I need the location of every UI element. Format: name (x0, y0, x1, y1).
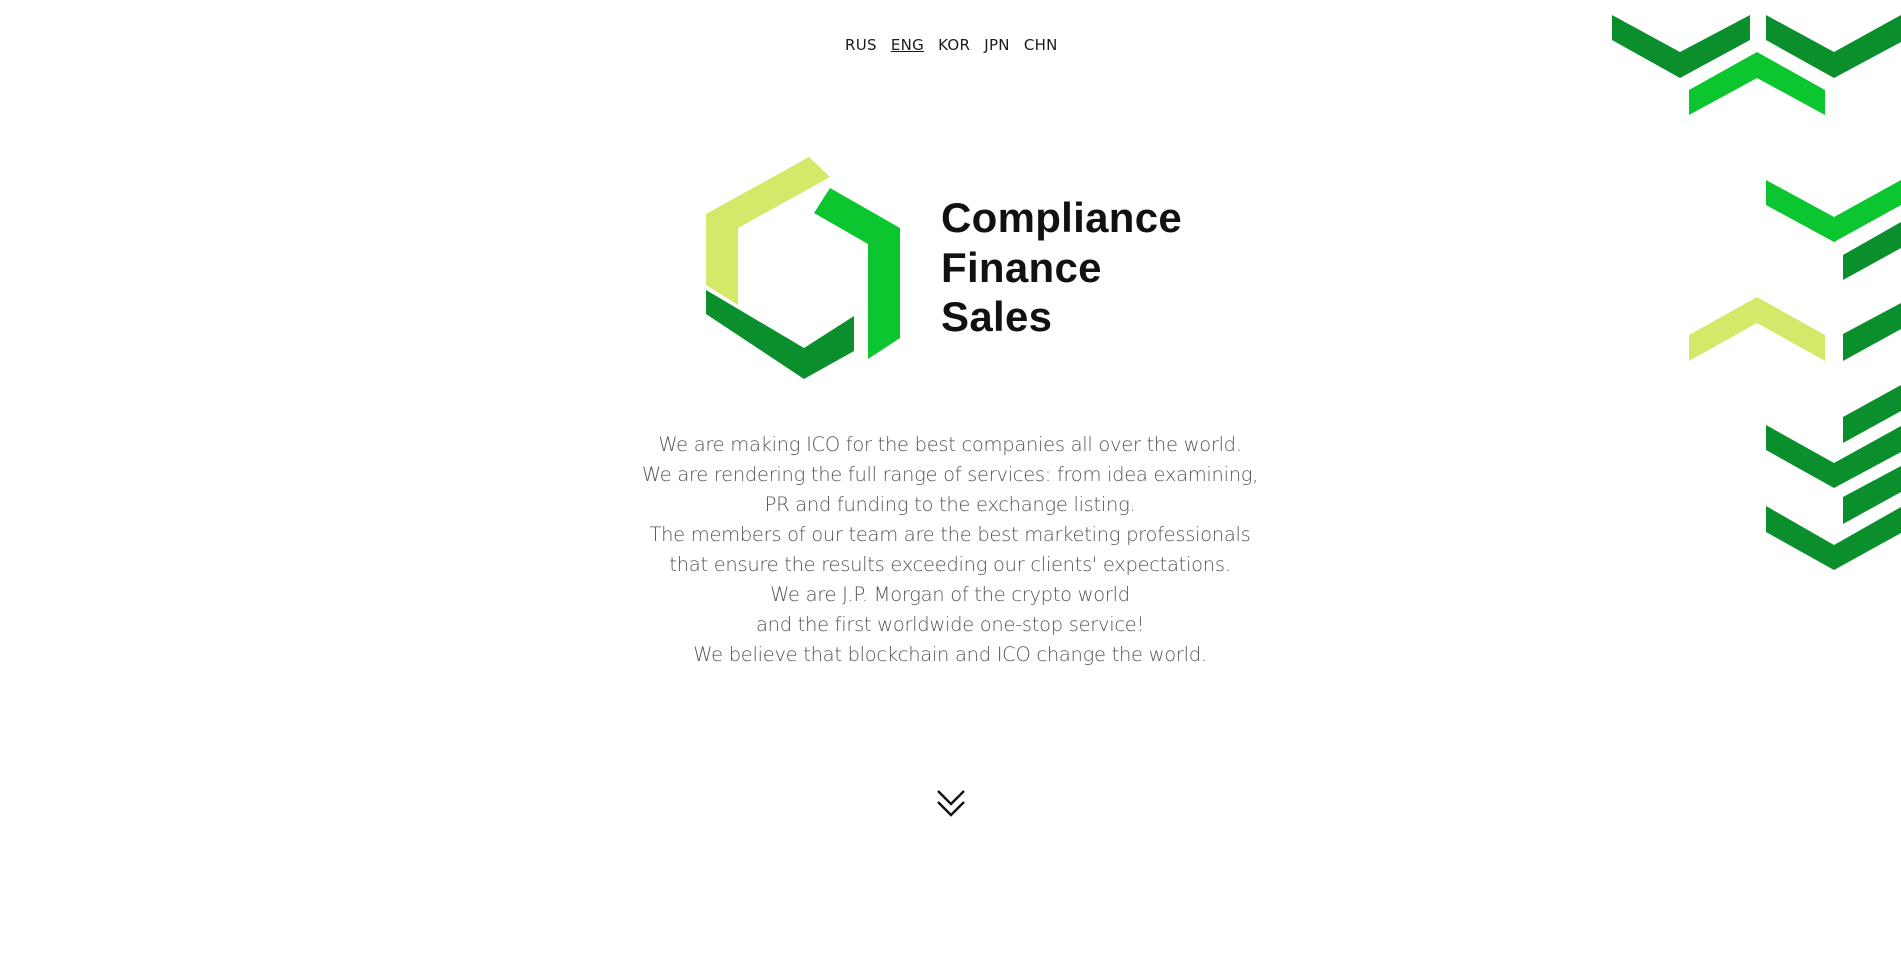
brand-line-sales: Sales (941, 293, 1053, 340)
brand-line-finance: Finance (941, 243, 1102, 291)
intro-line: We are making ICO for the best companies… (658, 433, 1242, 456)
brand-wordmark: Compliance Finance Sales (941, 193, 1182, 342)
intro-line: and the first worldwide one-stop service… (755, 613, 1145, 636)
lang-jpn[interactable]: JPN (984, 36, 1010, 54)
intro-text: We are making ICO for the best companies… (600, 430, 1300, 670)
intro-line: that ensure the results exceeding our cl… (669, 553, 1231, 576)
lang-chn[interactable]: CHN (1024, 36, 1058, 54)
lang-eng[interactable]: ENG (891, 36, 924, 54)
landing-page: RUS ENG KOR JPN CHN Compliance Finance S… (0, 0, 1901, 978)
chevron-shape (1766, 180, 1901, 242)
double-chevron-down-icon[interactable] (936, 788, 966, 820)
chevron-shape (1766, 506, 1901, 570)
brand-line-compliance: Compliance (941, 194, 1183, 241)
decorative-chevrons (1612, 15, 1901, 570)
chevron-shape (1689, 297, 1825, 361)
language-switcher: RUS ENG KOR JPN CHN (845, 36, 1058, 54)
intro-line: We are J.P. Morgan of the crypto world (770, 583, 1130, 606)
lang-kor[interactable]: KOR (938, 36, 970, 54)
intro-line: PR and funding to the exchange listing. (764, 493, 1136, 516)
intro-line: We believe that blockchain and ICO chang… (693, 643, 1207, 666)
hexagon-logo-icon (706, 157, 900, 379)
intro-line: The members of our team are the best mar… (649, 523, 1251, 546)
chevron-shape (1843, 303, 1901, 361)
lang-rus[interactable]: RUS (845, 36, 877, 54)
intro-line: We are rendering the full range of servi… (641, 463, 1259, 486)
